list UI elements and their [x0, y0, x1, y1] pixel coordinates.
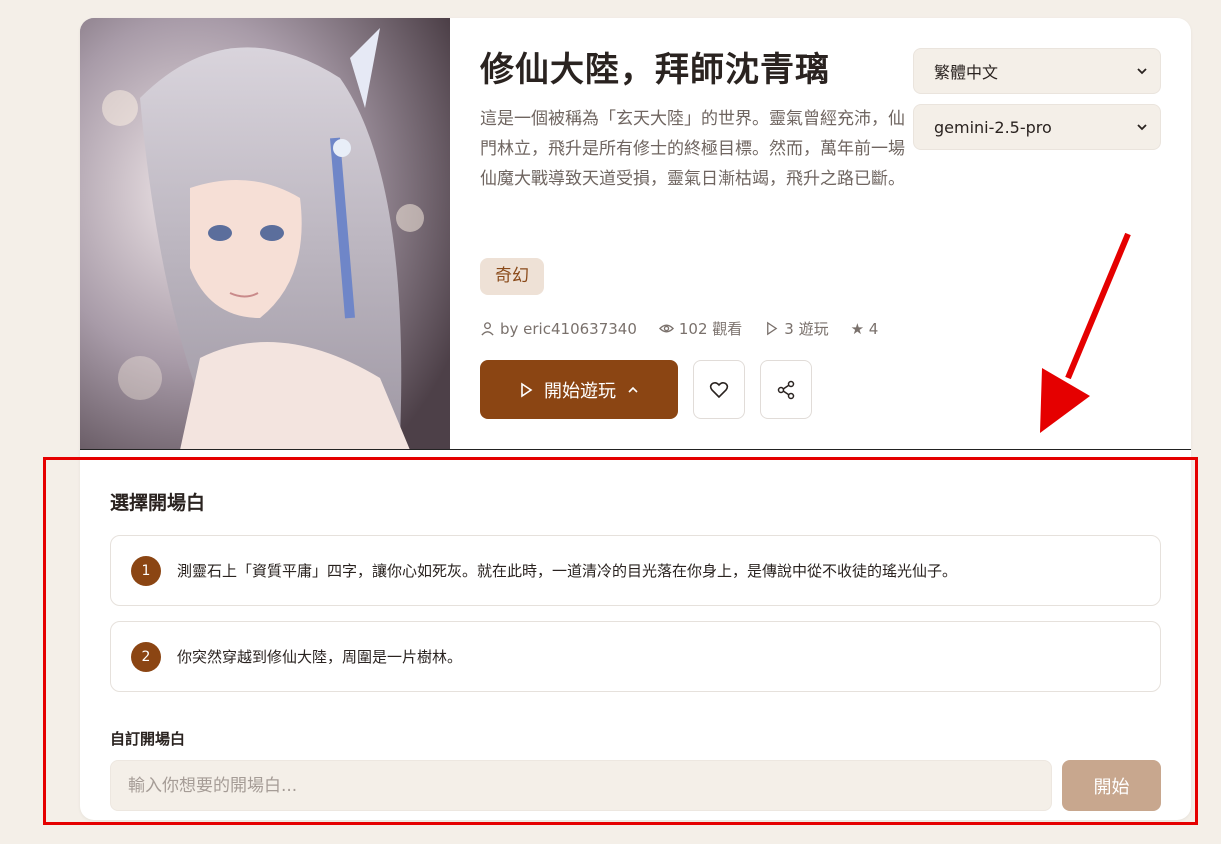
share-icon [777, 380, 795, 399]
custom-opener-label: 自訂開場白 [110, 730, 186, 748]
model-value: gemini-2.5-pro [934, 117, 1052, 137]
story-card: 修仙大陸，拜師沈青璃 這是一個被稱為「玄天大陸」的世界。靈氣曾經充沛，仙門林立，… [80, 18, 1191, 820]
plays-meta: 3 遊玩 [764, 318, 829, 339]
plays-text: 3 遊玩 [784, 320, 829, 338]
story-header: 修仙大陸，拜師沈青璃 這是一個被稱為「玄天大陸」的世界。靈氣曾經充沛，仙門林立，… [80, 18, 1191, 450]
story-actions: 開始遊玩 [480, 360, 812, 419]
share-button[interactable] [760, 360, 812, 419]
author-text: by eric410637340 [500, 319, 637, 338]
opener-text: 測靈石上「資質平庸」四字，讓你心如死灰。就在此時，一道清冷的目光落在你身上，是傳… [177, 562, 958, 580]
chevron-up-icon [628, 386, 638, 393]
play-icon [767, 321, 778, 336]
favorite-button[interactable] [693, 360, 745, 419]
cover-image [80, 18, 450, 450]
play-icon [521, 382, 533, 397]
eye-icon [658, 324, 674, 333]
start-play-button[interactable]: 開始遊玩 [480, 360, 678, 419]
language-select[interactable]: 繁體中文 [913, 48, 1161, 94]
opener-section-title: 選擇開場白 [110, 492, 206, 514]
story-title: 修仙大陸，拜師沈青璃 [480, 50, 830, 90]
opener-section: 選擇開場白 1 測靈石上「資質平庸」四字，讓你心如死灰。就在此時，一道清冷的目光… [80, 450, 1191, 820]
heart-icon [709, 381, 729, 398]
settings-selects: 繁體中文 gemini-2.5-pro [913, 48, 1161, 160]
chevron-down-icon [1137, 124, 1147, 131]
model-select[interactable]: gemini-2.5-pro [913, 104, 1161, 150]
opener-option[interactable]: 1 測靈石上「資質平庸」四字，讓你心如死灰。就在此時，一道清冷的目光落在你身上，… [110, 535, 1161, 606]
opener-number: 2 [131, 641, 161, 672]
opener-text: 你突然穿越到修仙大陸，周圍是一片樹林。 [177, 648, 463, 666]
opener-number: 1 [131, 555, 161, 586]
cover-illustration [80, 18, 450, 450]
custom-opener-input[interactable] [110, 760, 1052, 811]
author-meta[interactable]: by eric410637340 [480, 320, 637, 338]
story-description: 這是一個被稱為「玄天大陸」的世界。靈氣曾經充沛，仙門林立，飛升是所有修士的終極目… [480, 109, 905, 189]
rating-meta: ★ 4 [850, 319, 879, 338]
views-meta: 102 觀看 [658, 318, 743, 339]
start-play-label: 開始遊玩 [544, 380, 616, 402]
views-text: 102 觀看 [678, 320, 743, 338]
opener-option[interactable]: 2 你突然穿越到修仙大陸，周圍是一片樹林。 [110, 621, 1161, 692]
user-icon [481, 322, 494, 336]
genre-tag[interactable]: 奇幻 [480, 258, 544, 295]
story-info: 修仙大陸，拜師沈青璃 這是一個被稱為「玄天大陸」的世界。靈氣曾經充沛，仙門林立，… [480, 46, 920, 194]
chevron-down-icon [1137, 68, 1147, 75]
language-value: 繁體中文 [934, 63, 999, 82]
story-meta: by eric410637340 102 觀看 3 遊玩 ★ 4 [480, 318, 878, 339]
custom-start-button[interactable]: 開始 [1062, 760, 1161, 811]
